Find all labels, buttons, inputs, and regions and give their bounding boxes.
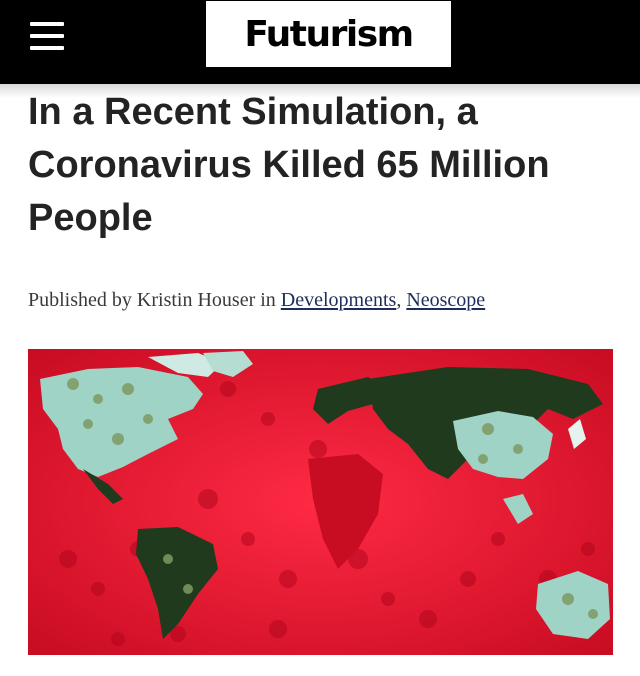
category-link-neoscope[interactable]: Neoscope xyxy=(406,289,485,311)
logo-text: Futurism xyxy=(244,13,414,55)
site-logo[interactable]: Futurism xyxy=(206,1,451,67)
menu-line xyxy=(30,22,64,26)
menu-line xyxy=(30,46,64,50)
byline-prefix: Published by xyxy=(28,289,132,311)
hamburger-menu-icon[interactable] xyxy=(30,22,64,50)
article-byline: Published by Kristin Houser in Developme… xyxy=(28,289,618,312)
top-navigation-bar: Futurism xyxy=(0,0,640,84)
byline-in: in xyxy=(260,289,276,311)
author-name: Kristin Houser xyxy=(136,289,256,311)
category-link-developments[interactable]: Developments xyxy=(281,289,397,311)
category-separator: , xyxy=(396,289,402,311)
article-title: In a Recent Simulation, a Coronavirus Ki… xyxy=(28,91,550,239)
hero-image xyxy=(28,349,613,655)
menu-line xyxy=(30,34,64,38)
world-map-illustration xyxy=(28,349,613,655)
